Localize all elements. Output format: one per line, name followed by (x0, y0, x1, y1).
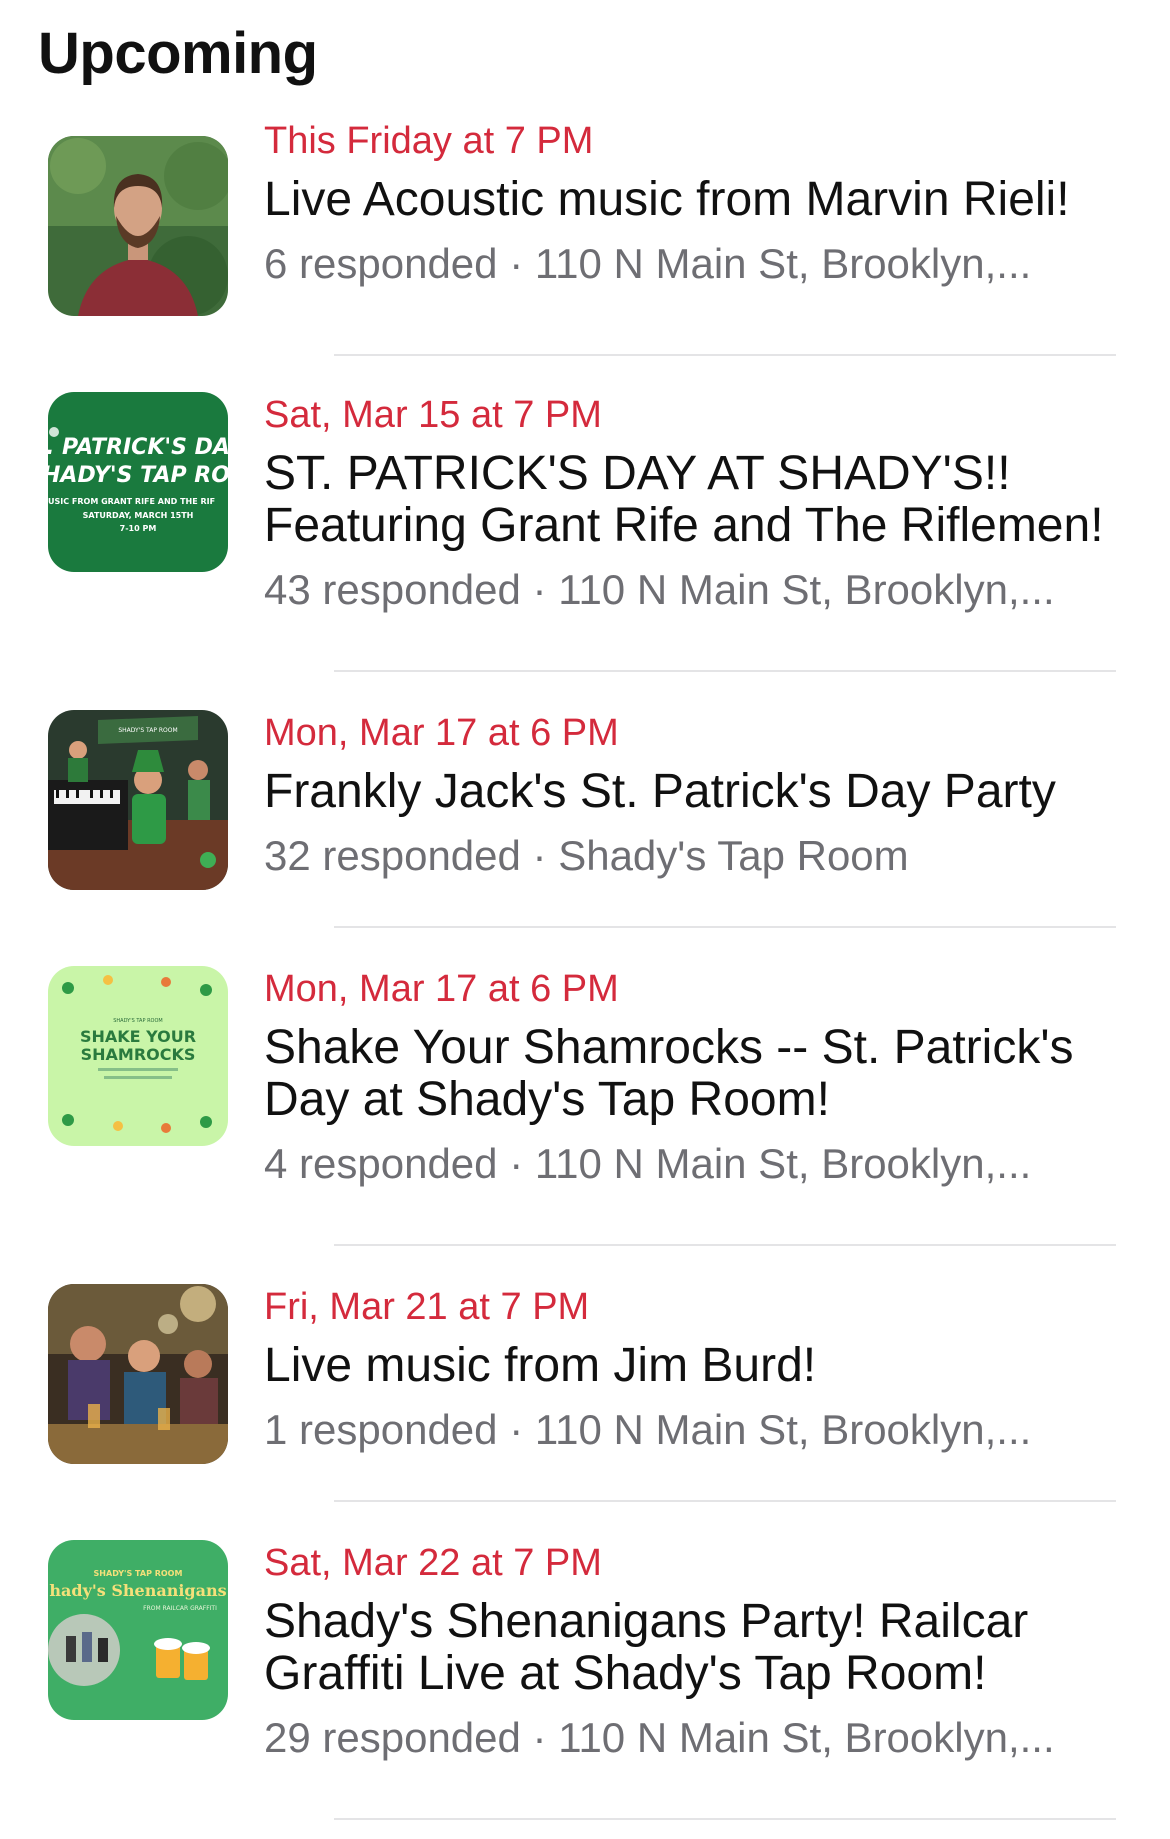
event-item[interactable]: SHADY'S TAP ROOM Mon, Mar 17 at 6 PM Fra… (0, 710, 1170, 900)
divider (334, 1818, 1116, 1820)
divider (334, 926, 1116, 928)
event-title-line: Shady's Shenanigans Party! Railcar (264, 1595, 1029, 1648)
event-date: Mon, Mar 17 at 6 PM (264, 968, 619, 1010)
event-title[interactable]: Live Acoustic music from Marvin Rieli! (264, 172, 1170, 228)
bar-crowd-photo-icon (48, 1284, 228, 1464)
event-title[interactable]: Frankly Jack's St. Patrick's Day Party (264, 764, 1170, 820)
event-date: Fri, Mar 21 at 7 PM (264, 1286, 590, 1328)
event-meta: 29 responded · 110 N Main St, Brooklyn,.… (264, 1714, 1055, 1761)
event-title[interactable]: Shake Your Shamrocks -- St. Patrick's Da… (264, 1020, 1170, 1128)
divider (334, 1500, 1116, 1502)
divider (334, 354, 1116, 356)
svg-text:. PATRICK'S DA: . PATRICK'S DA (48, 435, 228, 460)
event-item[interactable]: SHADY'S TAP ROOM SHAKE YOUR SHAMROCKS Mo… (0, 966, 1170, 1222)
svg-text:7-10 PM: 7-10 PM (120, 524, 157, 533)
divider (334, 670, 1116, 672)
section-title: Upcoming (38, 21, 318, 86)
shenanigans-poster-icon: SHADY'S TAP ROOM hady's Shenanigans FROM… (48, 1540, 228, 1720)
svg-text:SHAMROCKS: SHAMROCKS (81, 1045, 196, 1064)
event-thumbnail-poster[interactable]: SHADY'S TAP ROOM SHAKE YOUR SHAMROCKS (48, 966, 228, 1146)
svg-text:FROM RAILCAR GRAFFITI: FROM RAILCAR GRAFFITI (143, 1605, 217, 1612)
svg-text:SHADY'S TAP ROOM: SHADY'S TAP ROOM (113, 1018, 162, 1024)
green-poster-icon: . PATRICK'S DA HADY'S TAP RO USIC FROM G… (48, 392, 228, 572)
svg-text:SATURDAY, MARCH 15TH: SATURDAY, MARCH 15TH (83, 511, 194, 520)
svg-text:SHADY'S TAP ROOM: SHADY'S TAP ROOM (118, 727, 177, 734)
event-meta: 4 responded · 110 N Main St, Brooklyn,..… (264, 1140, 1032, 1187)
event-date: Mon, Mar 17 at 6 PM (264, 712, 619, 754)
divider (334, 1244, 1116, 1246)
portrait-photo-icon (48, 136, 228, 316)
piano-party-illustration-icon: SHADY'S TAP ROOM (48, 710, 228, 890)
event-meta: 43 responded · 110 N Main St, Brooklyn,.… (264, 566, 1055, 613)
event-title-line: Shake Your Shamrocks -- St. Patrick's (264, 1021, 1074, 1074)
event-thumbnail-photo[interactable] (48, 1284, 228, 1464)
event-title-line: ST. PATRICK'S DAY AT SHADY'S!! (264, 447, 1011, 500)
svg-text:SHADY'S TAP ROOM: SHADY'S TAP ROOM (94, 1569, 183, 1578)
event-meta: 32 responded · Shady's Tap Room (264, 832, 909, 879)
event-item[interactable]: SHADY'S TAP ROOM hady's Shenanigans FROM… (0, 1540, 1170, 1796)
svg-text:SHAKE YOUR: SHAKE YOUR (80, 1027, 196, 1046)
event-thumbnail-illustration[interactable]: SHADY'S TAP ROOM (48, 710, 228, 890)
event-title-line: Graffiti Live at Shady's Tap Room! (264, 1647, 987, 1700)
event-title[interactable]: Shady's Shenanigans Party! Railcar Graff… (264, 1594, 1170, 1702)
event-date: Sat, Mar 15 at 7 PM (264, 394, 602, 436)
shamrock-poster-icon: SHADY'S TAP ROOM SHAKE YOUR SHAMROCKS (48, 966, 228, 1146)
event-date: This Friday at 7 PM (264, 120, 594, 162)
event-meta: 1 responded · 110 N Main St, Brooklyn,..… (264, 1406, 1032, 1453)
event-thumbnail-portrait[interactable] (48, 136, 228, 316)
svg-text:HADY'S TAP RO: HADY'S TAP RO (48, 463, 228, 488)
event-thumbnail-poster[interactable]: SHADY'S TAP ROOM hady's Shenanigans FROM… (48, 1540, 228, 1720)
event-item[interactable]: . PATRICK'S DA HADY'S TAP RO USIC FROM G… (0, 392, 1170, 648)
event-title[interactable]: ST. PATRICK'S DAY AT SHADY'S!! Featuring… (264, 446, 1170, 554)
event-title[interactable]: Live music from Jim Burd! (264, 1338, 1170, 1394)
svg-text:hady's Shenanigans: hady's Shenanigans (49, 1581, 226, 1600)
event-title-line: Featuring Grant Rife and The Riflemen! (264, 499, 1104, 552)
svg-text:USIC FROM GRANT RIFE AND THE R: USIC FROM GRANT RIFE AND THE RIF (48, 497, 215, 506)
event-thumbnail-poster[interactable]: . PATRICK'S DA HADY'S TAP RO USIC FROM G… (48, 392, 228, 572)
event-meta: 6 responded · 110 N Main St, Brooklyn,..… (264, 240, 1032, 287)
event-title-line: Day at Shady's Tap Room! (264, 1073, 830, 1126)
event-item[interactable]: This Friday at 7 PM Live Acoustic music … (0, 118, 1170, 318)
event-item[interactable]: Fri, Mar 21 at 7 PM Live music from Jim … (0, 1284, 1170, 1474)
event-date: Sat, Mar 22 at 7 PM (264, 1542, 602, 1584)
